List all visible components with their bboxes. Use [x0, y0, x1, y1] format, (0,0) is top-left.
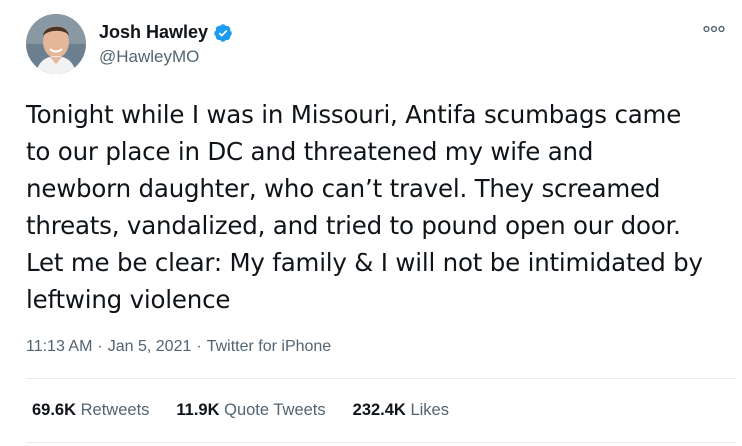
retweets-label: Retweets — [80, 401, 150, 419]
author-display-name[interactable]: Josh Hawley — [99, 22, 208, 43]
retweets-stat[interactable]: 69.6K Retweets — [32, 401, 149, 420]
author-handle[interactable]: @HawleyMO — [99, 47, 199, 67]
author-name-row: Josh Hawley — [99, 22, 233, 43]
tweet-date[interactable]: Jan 5, 2021 — [108, 338, 192, 356]
divider — [26, 378, 736, 379]
profile-photo-icon — [26, 14, 86, 74]
ellipsis-icon — [703, 25, 725, 33]
retweets-count: 69.6K — [32, 401, 77, 419]
more-options-button[interactable] — [700, 20, 728, 38]
tweet-time[interactable]: 11:13 AM — [26, 338, 92, 356]
likes-stat[interactable]: 232.4K Likes — [353, 401, 449, 420]
likes-count: 232.4K — [352, 401, 406, 419]
quote-tweets-count: 11.9K — [176, 401, 220, 419]
meta-separator: · — [97, 338, 103, 355]
tweet-source[interactable]: Twitter for iPhone — [207, 338, 332, 356]
quote-tweets-stat[interactable]: 11.9K Quote Tweets — [176, 401, 325, 420]
avatar[interactable] — [26, 14, 86, 74]
divider — [26, 442, 736, 443]
tweet-stats: 69.6K Retweets 11.9K Quote Tweets 232.4K… — [32, 401, 476, 420]
tweet-text: Tonight while I was in Missouri, Antifa … — [26, 100, 703, 314]
quote-tweets-label: Quote Tweets — [224, 401, 326, 419]
meta-separator: · — [196, 338, 202, 355]
likes-label: Likes — [410, 401, 449, 419]
tweet-meta: 11:13 AM · Jan 5, 2021 · Twitter for iPh… — [26, 338, 331, 356]
tweet-card: Josh Hawley @HawleyMO Tonight while I wa… — [0, 0, 742, 446]
verified-badge-icon — [213, 23, 233, 43]
